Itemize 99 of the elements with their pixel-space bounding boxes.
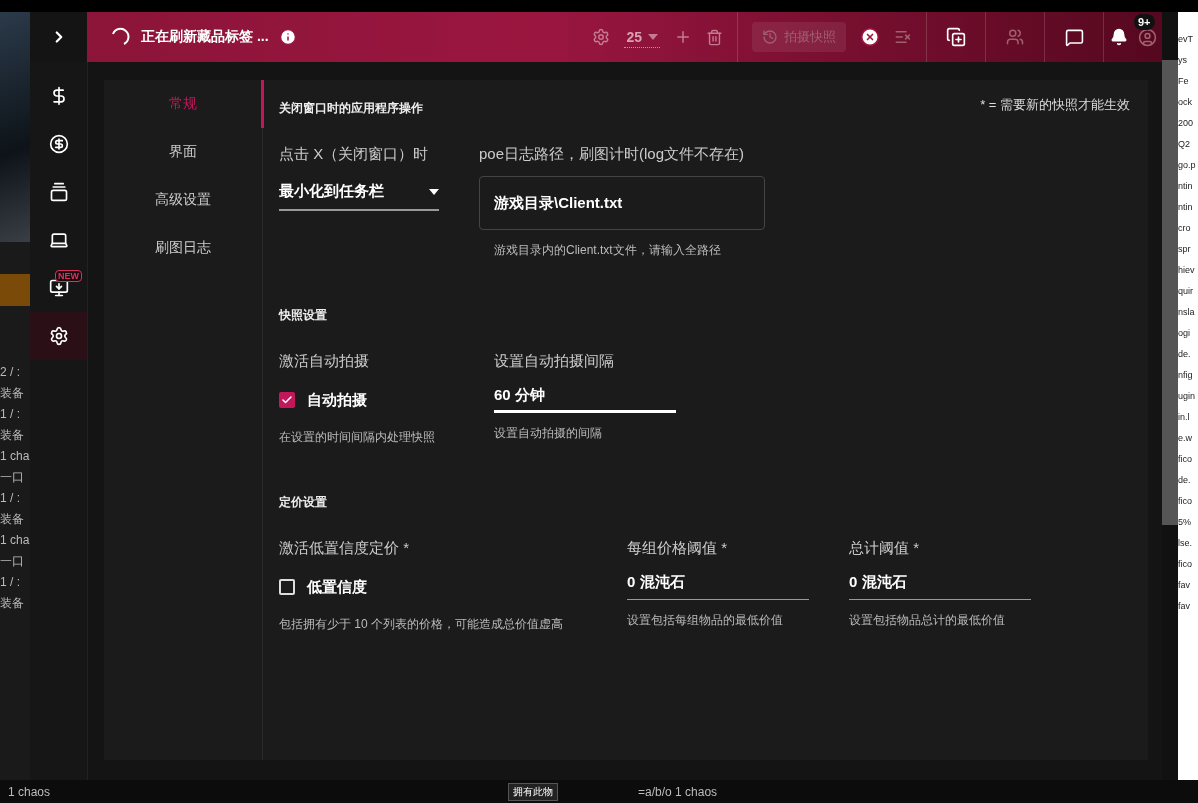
info-icon[interactable] xyxy=(278,28,297,46)
background-text: 1 cha xyxy=(0,534,30,547)
background-text: Fe xyxy=(1178,75,1190,88)
people-icon[interactable] xyxy=(1006,28,1024,46)
input-field[interactable]: 60 分钟 xyxy=(494,383,676,413)
background-text: go.p xyxy=(1178,159,1197,172)
trash-icon[interactable] xyxy=(706,28,723,46)
background-text: 1 / : xyxy=(0,408,21,421)
background-text: fico xyxy=(1178,558,1193,571)
caret-icon xyxy=(429,188,439,195)
check-icon xyxy=(281,394,293,406)
background-text: cro xyxy=(1178,222,1192,235)
checkbox-label: 自动拍摄 xyxy=(307,390,367,410)
background-text: ock xyxy=(1178,96,1193,109)
owned-tag: 拥有此物 xyxy=(508,782,559,801)
dropdown[interactable]: 最小化到任务栏 xyxy=(279,176,439,211)
background-text: 1 / : xyxy=(0,576,21,589)
settings-icon[interactable] xyxy=(592,28,611,46)
background-text: e.w xyxy=(1178,432,1193,445)
scrollbar-thumb[interactable] xyxy=(1162,60,1178,525)
background-text: fico xyxy=(1178,495,1193,508)
background-text: nsla xyxy=(1178,306,1196,319)
settings-tab[interactable]: 高级设置 xyxy=(104,176,264,224)
field-label: 点击 X（关闭窗口）时 xyxy=(279,145,430,164)
loading-spinner-icon xyxy=(109,26,131,48)
note-text: * = 需要新的快照才能生效 xyxy=(980,96,1130,114)
background-text: hiev xyxy=(1178,264,1196,277)
helper-text: 设置包括物品总计的最低价值 xyxy=(849,612,1006,629)
background-text: 200 xyxy=(1178,117,1195,130)
background-text: de. xyxy=(1178,348,1192,361)
notification-badge: 9+ xyxy=(1134,14,1155,30)
helper-text: 游戏目录内的Client.txt文件，请输入全路径 xyxy=(494,242,722,259)
path-input-field[interactable]: 游戏目录\Client.txt xyxy=(479,176,765,230)
background-text: lse. xyxy=(1178,537,1193,550)
gallery-icon xyxy=(48,182,69,202)
background-text: fico xyxy=(1178,453,1193,466)
background-text: evT xyxy=(1178,33,1194,46)
background-text: 1 chaos xyxy=(8,784,51,799)
background-text: spr xyxy=(1178,243,1192,256)
background-text: 一口 xyxy=(0,555,25,568)
status-text: 正在刷新藏品标签 ... xyxy=(141,28,269,46)
background-text: de. xyxy=(1178,474,1192,487)
field-label: 总计阈值 * xyxy=(849,539,920,558)
background-text: ugin xyxy=(1178,390,1196,403)
caret-icon xyxy=(648,33,658,40)
helper-text: 设置包括每组物品的最低价值 xyxy=(627,612,784,629)
background-text: 2 / : xyxy=(0,366,21,379)
background-text: ntin xyxy=(1178,180,1194,193)
background-text: fav xyxy=(1178,579,1191,592)
background-text: ys xyxy=(1178,54,1188,67)
list-delete-icon[interactable] xyxy=(894,28,912,46)
account-icon[interactable] xyxy=(1137,27,1157,47)
section-title: 定价设置 xyxy=(279,494,327,511)
field-label: poe日志路径，刷图计时(log文件不存在) xyxy=(479,145,746,164)
nav-rail-item[interactable] xyxy=(30,312,87,360)
checkbox[interactable] xyxy=(279,392,295,408)
field-label: 激活低置信度定价 * xyxy=(279,539,410,558)
background-text: ntin xyxy=(1178,201,1194,214)
settings-tab[interactable]: 界面 xyxy=(104,128,264,176)
settings-tab[interactable]: 刷图日志 xyxy=(104,224,264,272)
background-text: 装备 xyxy=(0,387,25,400)
field-label: 激活自动拍摄 xyxy=(279,352,370,371)
count-dropdown[interactable]: 25 xyxy=(624,26,660,48)
import-icon xyxy=(48,278,69,298)
background-text: 5% xyxy=(1178,516,1192,529)
background-text: in.l xyxy=(1178,411,1191,424)
helper-text: 设置自动拍摄的间隔 xyxy=(494,425,603,442)
background-text: ogi xyxy=(1178,327,1191,340)
settings-icon xyxy=(48,326,69,346)
history-icon xyxy=(762,29,778,45)
background-text: 装备 xyxy=(0,597,25,610)
bell-icon[interactable] xyxy=(1109,28,1128,46)
input-field[interactable]: 0 混沌石 xyxy=(849,570,1031,600)
helper-text: 包括拥有少于 10 个列表的价格，可能造成总价值虚高 xyxy=(279,616,564,633)
add-copy-icon[interactable] xyxy=(946,27,966,47)
new-badge: NEW xyxy=(55,270,82,282)
checkbox[interactable] xyxy=(279,579,295,595)
background-text: 1 cha xyxy=(0,450,30,463)
nav-rail-item[interactable]: NEW xyxy=(30,264,87,312)
background-text: 一口 xyxy=(0,471,25,484)
background-text: =a/b/o 1 chaos xyxy=(638,784,718,799)
chat-icon[interactable] xyxy=(1064,27,1084,47)
helper-text: 在设置的时间间隔内处理快照 xyxy=(279,429,436,446)
background-text: fav xyxy=(1178,600,1191,613)
field-label: 设置自动拍摄间隔 xyxy=(494,352,615,371)
background-text: 装备 xyxy=(0,513,25,526)
close-icon[interactable] xyxy=(860,27,880,47)
background-text: 1 / : xyxy=(0,492,21,505)
checkbox-label: 低置信度 xyxy=(307,577,367,597)
coin-icon xyxy=(48,134,69,154)
laptop-icon xyxy=(48,230,69,250)
background-text: nfig xyxy=(1178,369,1194,382)
background-text: quir xyxy=(1178,285,1194,298)
field-label: 每组价格阈值 * xyxy=(627,539,728,558)
input-field[interactable]: 0 混沌石 xyxy=(627,570,809,600)
background-text: 装备 xyxy=(0,429,25,442)
background-text: Q2 xyxy=(1178,138,1191,151)
section-title: 关闭窗口时的应用程序操作 xyxy=(279,100,423,117)
section-title: 快照设置 xyxy=(279,307,327,324)
